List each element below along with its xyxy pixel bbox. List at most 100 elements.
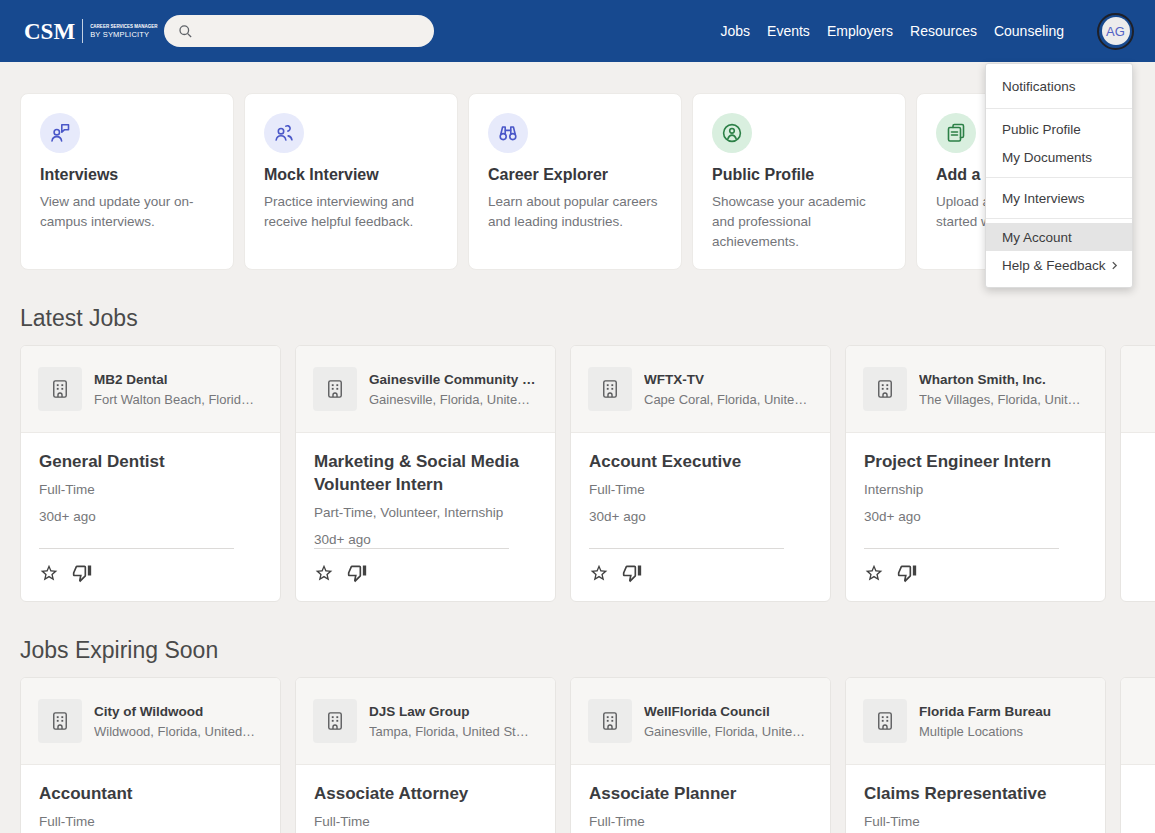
company-logo bbox=[588, 699, 632, 743]
company-logo bbox=[38, 699, 82, 743]
job-card[interactable]: Wharton Smith, Inc. The Villages, Florid… bbox=[845, 345, 1106, 602]
thumbs-down-icon[interactable] bbox=[347, 563, 367, 583]
nav-item-counseling[interactable]: Counseling bbox=[994, 23, 1064, 39]
building-icon bbox=[49, 378, 71, 400]
job-card[interactable]: MB2 Dental Fort Walton Beach, Florid… Ge… bbox=[20, 345, 281, 602]
job-title[interactable]: Project Engineer Intern bbox=[864, 450, 1087, 473]
quick-card-interviews[interactable]: Interviews View and update your on-campu… bbox=[20, 93, 234, 270]
quick-card-mock-interview[interactable]: Mock Interview Practice interviewing and… bbox=[244, 93, 458, 270]
job-posted-date: 30d+ ago bbox=[589, 509, 812, 524]
company-location: Gainesville, Florida, Unite… bbox=[369, 392, 538, 407]
latest-jobs-row: MB2 Dental Fort Walton Beach, Florid… Ge… bbox=[20, 345, 1135, 602]
company-location: Multiple Locations bbox=[919, 724, 1088, 739]
company-name: Florida Farm Bureau bbox=[919, 704, 1088, 719]
quick-card-title: Public Profile bbox=[712, 166, 886, 184]
nav-item-employers[interactable]: Employers bbox=[827, 23, 893, 39]
job-posted-date: 30d+ ago bbox=[314, 532, 537, 547]
company-location: Wildwood, Florida, United… bbox=[94, 724, 263, 739]
logo-tagline-bottom: BY SYMPLICITY bbox=[90, 30, 157, 39]
job-title[interactable]: Associate Attorney bbox=[314, 782, 537, 805]
quick-card-description: Practice interviewing and receive helpfu… bbox=[264, 192, 438, 232]
public-profile-icon bbox=[712, 113, 752, 153]
building-icon bbox=[599, 710, 621, 732]
job-card-clipped[interactable] bbox=[1120, 677, 1155, 833]
job-title[interactable]: Account Executive bbox=[589, 450, 812, 473]
nav-item-resources[interactable]: Resources bbox=[910, 23, 977, 39]
menu-item-my-account[interactable]: My Account bbox=[986, 223, 1132, 251]
company-location: Cape Coral, Florida, Unite… bbox=[644, 392, 813, 407]
search-icon bbox=[177, 22, 193, 40]
nav-item-events[interactable]: Events bbox=[767, 23, 810, 39]
company-logo bbox=[863, 367, 907, 411]
thumbs-down-icon[interactable] bbox=[622, 563, 642, 583]
job-type: Full-Time bbox=[314, 814, 537, 829]
company-logo bbox=[38, 367, 82, 411]
section-title-latest-jobs: Latest Jobs bbox=[20, 305, 1135, 332]
job-card[interactable]: WellFlorida Council Gainesville, Florida… bbox=[570, 677, 831, 833]
jobs-expiring-soon-row: City of Wildwood Wildwood, Florida, Unit… bbox=[20, 677, 1135, 833]
favorite-star-icon[interactable] bbox=[314, 563, 334, 583]
global-search-bar[interactable] bbox=[164, 15, 434, 47]
company-name: City of Wildwood bbox=[94, 704, 263, 719]
company-location: Fort Walton Beach, Florid… bbox=[94, 392, 263, 407]
job-card[interactable]: Gainesville Community … Gainesville, Flo… bbox=[295, 345, 556, 602]
company-name: WFTX-TV bbox=[644, 372, 813, 387]
building-icon bbox=[324, 710, 346, 732]
mock-interview-icon bbox=[264, 113, 304, 153]
avatar-initials: AG bbox=[1102, 17, 1130, 45]
section-title-jobs-expiring-soon: Jobs Expiring Soon bbox=[20, 637, 1135, 664]
menu-item-notifications[interactable]: Notifications bbox=[986, 72, 1132, 100]
job-type: Full-Time bbox=[589, 814, 812, 829]
building-icon bbox=[874, 710, 896, 732]
job-card[interactable]: City of Wildwood Wildwood, Florida, Unit… bbox=[20, 677, 281, 833]
job-title[interactable]: Accountant bbox=[39, 782, 262, 805]
job-card-clipped[interactable] bbox=[1120, 345, 1155, 602]
quick-actions-row: Interviews View and update your on-campu… bbox=[20, 93, 1135, 270]
account-avatar-button[interactable]: AG bbox=[1097, 13, 1134, 50]
favorite-star-icon[interactable] bbox=[864, 563, 884, 583]
building-icon bbox=[49, 710, 71, 732]
divider bbox=[314, 548, 509, 549]
quick-card-public-profile[interactable]: Public Profile Showcase your academic an… bbox=[692, 93, 906, 270]
divider bbox=[589, 548, 784, 549]
company-name: Wharton Smith, Inc. bbox=[919, 372, 1088, 387]
career-explorer-icon bbox=[488, 113, 528, 153]
job-title[interactable]: Marketing & Social Media Volunteer Inter… bbox=[314, 450, 537, 496]
menu-item-help-feedback[interactable]: Help & Feedback bbox=[986, 251, 1132, 279]
job-card[interactable]: Florida Farm Bureau Multiple Locations C… bbox=[845, 677, 1106, 833]
building-icon bbox=[599, 378, 621, 400]
quick-card-description: Learn about popular careers and leading … bbox=[488, 192, 662, 232]
job-posted-date: 30d+ ago bbox=[864, 509, 1087, 524]
logo-abbr: CSM bbox=[24, 20, 75, 43]
nav-item-jobs[interactable]: Jobs bbox=[720, 23, 750, 39]
favorite-star-icon[interactable] bbox=[589, 563, 609, 583]
job-card[interactable]: WFTX-TV Cape Coral, Florida, Unite… Acco… bbox=[570, 345, 831, 602]
job-title[interactable]: Claims Representative bbox=[864, 782, 1087, 805]
quick-card-career-explorer[interactable]: Career Explorer Learn about popular care… bbox=[468, 93, 682, 270]
csm-logo[interactable]: CSM CAREER SERVICES MANAGER BY SYMPLICIT… bbox=[24, 19, 158, 43]
menu-item-my-interviews[interactable]: My Interviews bbox=[986, 184, 1132, 212]
thumbs-down-icon[interactable] bbox=[72, 563, 92, 583]
job-posted-date: 30d+ ago bbox=[39, 509, 262, 524]
quick-card-title: Career Explorer bbox=[488, 166, 662, 184]
favorite-star-icon[interactable] bbox=[39, 563, 59, 583]
thumbs-down-icon[interactable] bbox=[897, 563, 917, 583]
logo-divider bbox=[82, 19, 83, 43]
menu-item-public-profile[interactable]: Public Profile bbox=[986, 115, 1132, 143]
top-navigation-bar: CSM CAREER SERVICES MANAGER BY SYMPLICIT… bbox=[0, 0, 1155, 62]
search-input[interactable] bbox=[201, 23, 421, 39]
divider bbox=[864, 548, 1059, 549]
company-name: Gainesville Community … bbox=[369, 372, 538, 387]
quick-card-description: View and update your on-campus interview… bbox=[40, 192, 214, 232]
quick-card-title: Interviews bbox=[40, 166, 214, 184]
divider bbox=[39, 548, 234, 549]
menu-item-my-documents[interactable]: My Documents bbox=[986, 143, 1132, 171]
job-title[interactable]: General Dentist bbox=[39, 450, 262, 473]
logo-tagline-top: CAREER SERVICES MANAGER bbox=[90, 24, 157, 29]
job-title[interactable]: Associate Planner bbox=[589, 782, 812, 805]
company-logo bbox=[863, 699, 907, 743]
company-name: WellFlorida Council bbox=[644, 704, 813, 719]
job-card[interactable]: DJS Law Group Tampa, Florida, United St…… bbox=[295, 677, 556, 833]
job-type: Full-Time bbox=[864, 814, 1087, 829]
company-logo bbox=[313, 367, 357, 411]
